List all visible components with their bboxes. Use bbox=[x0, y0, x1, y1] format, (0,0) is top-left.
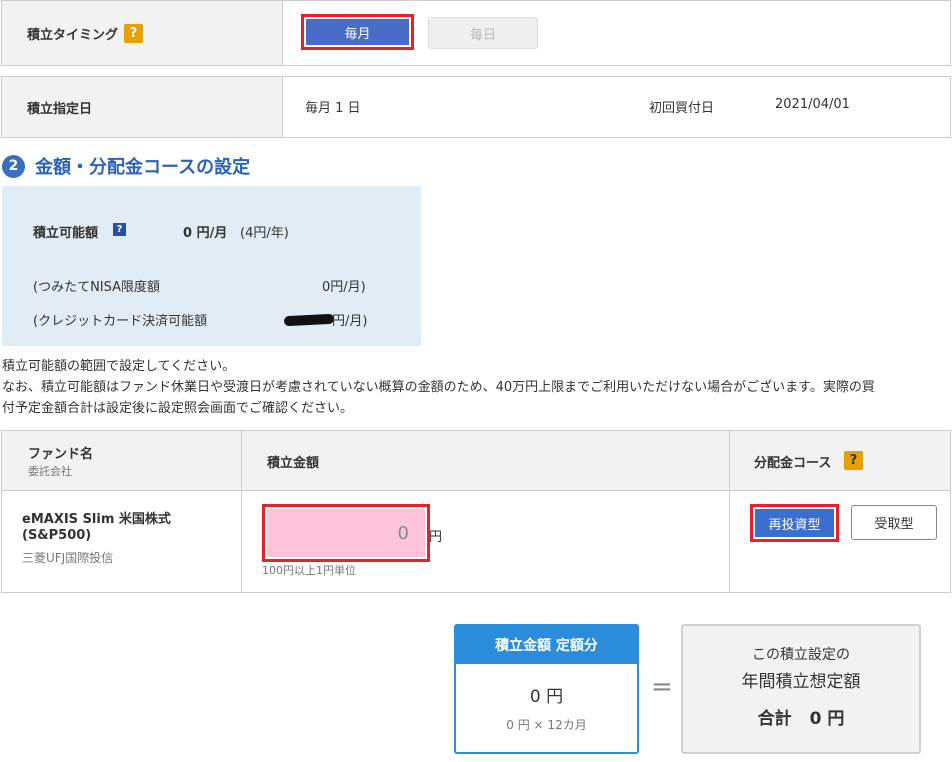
redaction-scribble bbox=[283, 313, 335, 327]
monthly-button[interactable]: 毎月 bbox=[301, 14, 414, 50]
fund-name-line-2: (S&P500) bbox=[22, 528, 92, 543]
schedule-day: 毎月 1 日 bbox=[305, 101, 361, 116]
schedule-row: 積立指定日 毎月 1 日 初回買付日 2021/04/01 bbox=[1, 76, 951, 138]
schedule-values: 毎月 1 日 初回買付日 2021/04/01 bbox=[283, 77, 950, 137]
fixed-amount-card: 積立金額 定額分 0 円 0 円 × 12カ月 bbox=[454, 624, 639, 754]
timing-row: 積立タイミング ? 毎月 毎日 bbox=[1, 0, 951, 66]
col-divider-2 bbox=[729, 431, 730, 592]
fixed-amount-formula: 0 円 × 12カ月 bbox=[506, 718, 587, 732]
receive-button[interactable]: 受取型 bbox=[851, 505, 937, 540]
credit-limit-label: (クレジットカード決済可能額 bbox=[33, 314, 208, 329]
amount-unit: 円 bbox=[429, 530, 443, 545]
fund-table: ファンド名 委託会社 積立金額 分配金コース ? eMAXIS Slim 米国株… bbox=[1, 430, 951, 593]
amount-input[interactable] bbox=[267, 509, 425, 557]
first-purchase-label: 初回買付日 bbox=[649, 101, 715, 116]
reinvest-button-label: 再投資型 bbox=[755, 509, 834, 537]
nisa-limit-label: (つみたてNISA限度額 bbox=[33, 280, 161, 295]
available-label: 積立可能額 bbox=[33, 226, 99, 241]
col-amount: 積立金額 bbox=[267, 456, 320, 471]
equals-sign: = bbox=[651, 672, 673, 702]
fund-company: 三菱UFJ国際投信 bbox=[22, 551, 114, 565]
credit-limit-value: 円/月) bbox=[332, 314, 368, 329]
fund-table-header: ファンド名 委託会社 積立金額 分配金コース ? bbox=[2, 431, 950, 491]
section-2-title: 金額・分配金コースの設定 bbox=[35, 157, 251, 178]
section-2-heading: 2 金額・分配金コースの設定 bbox=[2, 153, 250, 179]
col-fund-name: ファンド名 bbox=[28, 447, 94, 462]
first-purchase-date: 2021/04/01 bbox=[775, 97, 850, 112]
col-fund-company: 委託会社 bbox=[28, 465, 72, 478]
fixed-amount-value: 0 円 bbox=[529, 687, 564, 707]
monthly-button-label: 毎月 bbox=[306, 19, 409, 45]
timing-label-cell: 積立タイミング ? bbox=[2, 1, 283, 65]
annual-total-line-2: 年間積立想定額 bbox=[741, 672, 861, 692]
fund-name-line-1: eMAXIS Slim 米国株式 bbox=[22, 512, 171, 527]
available-help-icon[interactable]: ? bbox=[113, 223, 126, 236]
amount-input-frame bbox=[262, 504, 430, 562]
note-line-1: 積立可能額の範囲で設定してください。 bbox=[2, 359, 236, 374]
amount-hint: 100円以上1円単位 bbox=[262, 564, 356, 577]
daily-button[interactable]: 毎日 bbox=[428, 17, 538, 49]
reinvest-button[interactable]: 再投資型 bbox=[750, 504, 839, 542]
nisa-limit-value: 0円/月) bbox=[322, 280, 366, 295]
annual-total-sum: 合計 0 円 bbox=[683, 704, 919, 729]
timing-options: 毎月 毎日 bbox=[283, 1, 950, 65]
available-amount: 0 円/月 bbox=[183, 226, 228, 241]
step-number-badge: 2 bbox=[2, 154, 25, 178]
note-line-2: なお、積立可能額はファンド休業日や受渡日が考慮されていない概算の金額のため、40… bbox=[2, 380, 875, 395]
available-amount-panel: 積立可能額 ? 0 円/月 (4円/年) (つみたてNISA限度額 0円/月) … bbox=[2, 186, 421, 346]
annual-total-card: この積立設定の 年間積立想定額 合計 0 円 bbox=[681, 624, 921, 754]
annual-total-line-1: この積立設定の bbox=[752, 647, 850, 663]
annual-total-label: 合計 bbox=[757, 709, 792, 729]
timing-help-icon[interactable]: ? bbox=[124, 23, 144, 43]
fixed-amount-card-title: 積立金額 定額分 bbox=[456, 626, 637, 664]
col-divider-1 bbox=[241, 431, 242, 592]
course-help-icon[interactable]: ? bbox=[844, 451, 863, 470]
available-per-year: (4円/年) bbox=[240, 226, 289, 241]
schedule-label: 積立指定日 bbox=[2, 77, 283, 137]
annual-total-amount: 0 円 bbox=[809, 709, 845, 729]
timing-label: 積立タイミング bbox=[27, 27, 119, 43]
note-line-3: 付予定金額合計は設定後に設定照会画面でご確認ください。 bbox=[2, 401, 354, 416]
col-course: 分配金コース bbox=[754, 456, 832, 471]
